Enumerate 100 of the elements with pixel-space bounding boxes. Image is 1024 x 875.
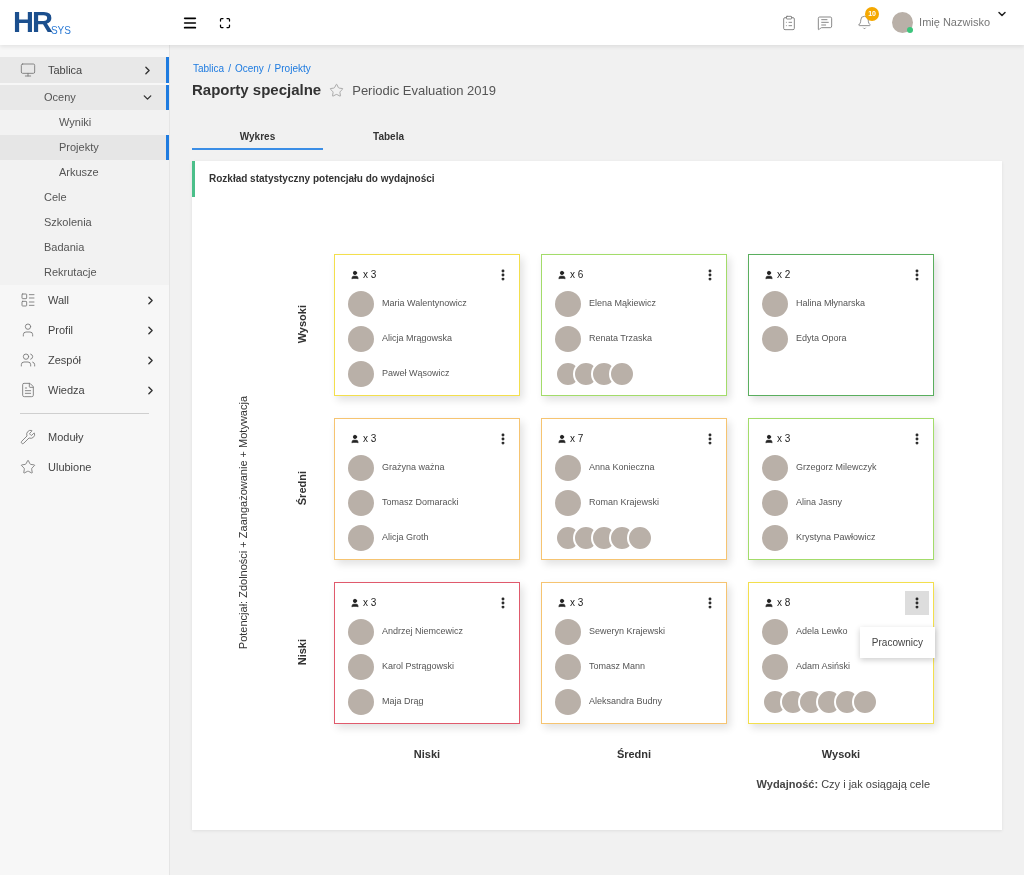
breadcrumb-separator: / [228, 62, 231, 76]
sidebar-item[interactable]: Arkusze [0, 160, 169, 185]
sidebar-item[interactable]: Cele [0, 185, 169, 210]
logo[interactable]: HRSYS [0, 8, 170, 37]
column-label: Niski [412, 746, 442, 762]
person-icon [764, 597, 774, 608]
breadcrumb-link[interactable]: Oceny [234, 61, 264, 76]
person-name: Grażyna ważna [382, 460, 445, 474]
wrench-icon [20, 429, 36, 445]
person-name: Grzegorz Milewczyk [796, 460, 877, 474]
avatar-photo [348, 290, 374, 317]
avatar-photo [348, 524, 374, 551]
person-count: x 3 [570, 596, 584, 610]
person-name: Maja Drąg [382, 694, 424, 708]
person-icon [557, 269, 567, 280]
avatar-photo [348, 688, 374, 715]
sidebar-item[interactable]: Projekty [0, 135, 169, 160]
breadcrumb-link[interactable]: Tablica [193, 61, 225, 76]
sidebar-item[interactable]: Wyniki [0, 110, 169, 135]
avatar-photo [348, 360, 374, 387]
panel-title: Rozkład statystyczny potencjału do wydajności [209, 172, 435, 186]
sidebar-item[interactable]: Oceny [0, 85, 169, 110]
tab[interactable]: Tabela [323, 125, 454, 150]
row-label: Niski [294, 639, 309, 666]
monitor-icon [20, 62, 36, 78]
sidebar-item[interactable]: Badania [0, 235, 169, 260]
avatar-photo [555, 325, 581, 352]
avatar-photo [348, 454, 374, 481]
sidebar-item[interactable]: Ulubione [0, 454, 169, 480]
person-name: Karol Pstrągowski [382, 659, 455, 673]
avatar-photo [555, 653, 581, 680]
person-count: x 8 [777, 596, 791, 610]
avatar-photo [762, 653, 788, 680]
sidebar-item[interactable]: Zespół [0, 347, 169, 373]
person-name: Edyta Opora [796, 331, 847, 345]
sidebar-item[interactable]: Wiedza [0, 377, 169, 403]
person-name: Paweł Wąsowicz [382, 366, 450, 380]
avatar-photo [892, 12, 914, 33]
avatar-photo [762, 454, 788, 481]
person-name: Renata Trzaska [589, 331, 653, 345]
person-name: Seweryn Krajewski [589, 624, 666, 638]
sidebar-item[interactable]: Rekrutacje [0, 260, 169, 285]
avatar-photo [555, 688, 581, 715]
user-icon [20, 322, 36, 338]
person-name: Alicja Groth [382, 530, 429, 544]
person-count: x 3 [363, 268, 377, 282]
person-name: Andrzej Niemcewicz [382, 624, 464, 638]
person-name: Tomasz Domaracki [382, 495, 459, 509]
column-label: Wysoki [820, 746, 862, 762]
person-name: Elena Mąkiewicz [589, 296, 657, 310]
avatar-photo [762, 290, 788, 317]
person-name: Roman Krajewski [589, 495, 660, 509]
person-icon [764, 433, 774, 444]
notifications-button[interactable] [857, 15, 873, 30]
avatar-photo [348, 489, 374, 516]
avatar-photo [348, 653, 374, 680]
person-count: x 3 [777, 432, 791, 446]
column-label: Średni [615, 746, 653, 762]
person-name: Alicja Mrągowska [382, 331, 453, 345]
person-icon [350, 433, 360, 444]
page-title: Raporty specjalne [192, 80, 322, 100]
avatar-photo [762, 325, 788, 352]
sidebar-item[interactable]: Profil [0, 317, 169, 343]
person-icon [350, 269, 360, 280]
fullscreen-button[interactable] [219, 16, 231, 29]
person-name: Aleksandra Budny [589, 694, 663, 708]
chat-button[interactable] [817, 14, 834, 31]
x-axis-label: Wydajność: Czy i jak osiągają cele [756, 777, 930, 792]
clipboard-button[interactable] [781, 14, 798, 31]
row-label: Wysoki [294, 305, 309, 344]
avatar-photo [555, 489, 581, 516]
more-button[interactable] [905, 590, 929, 615]
menu-item[interactable]: Pracownicy [859, 632, 935, 652]
favorite-star-icon[interactable] [329, 82, 345, 98]
tab[interactable]: Wykres [192, 125, 323, 150]
avatar-photo [555, 618, 581, 645]
person-name: Halina Młynarska [796, 296, 866, 310]
person-count: x 2 [777, 268, 791, 282]
sidebar-item[interactable]: Moduły [0, 424, 169, 450]
person-name: Maria Walentynowicz [382, 296, 467, 310]
breadcrumb-link[interactable]: Projekty [274, 61, 311, 76]
sidebar-item[interactable]: Tablica [0, 57, 169, 83]
user-menu[interactable]: Imię Nazwisko [919, 14, 1008, 31]
document-icon [20, 382, 36, 398]
team-icon [20, 352, 36, 368]
avatar-photo [555, 290, 581, 317]
person-name: Tomasz Mann [589, 659, 646, 673]
person-count: x 3 [363, 432, 377, 446]
avatar-photo [762, 524, 788, 551]
sidebar-item[interactable]: Szkolenia [0, 210, 169, 235]
avatar-photo [348, 325, 374, 352]
sidebar-item[interactable]: Wall [0, 287, 169, 313]
person-count: x 7 [570, 432, 584, 446]
row-label: Średni [294, 471, 309, 506]
avatar-photo [348, 618, 374, 645]
avatar-photo [555, 454, 581, 481]
avatar-photo [762, 618, 788, 645]
person-name: Alina Jasny [796, 495, 843, 509]
list-icon [20, 292, 36, 308]
person-name: Adela Lewko [796, 624, 848, 638]
